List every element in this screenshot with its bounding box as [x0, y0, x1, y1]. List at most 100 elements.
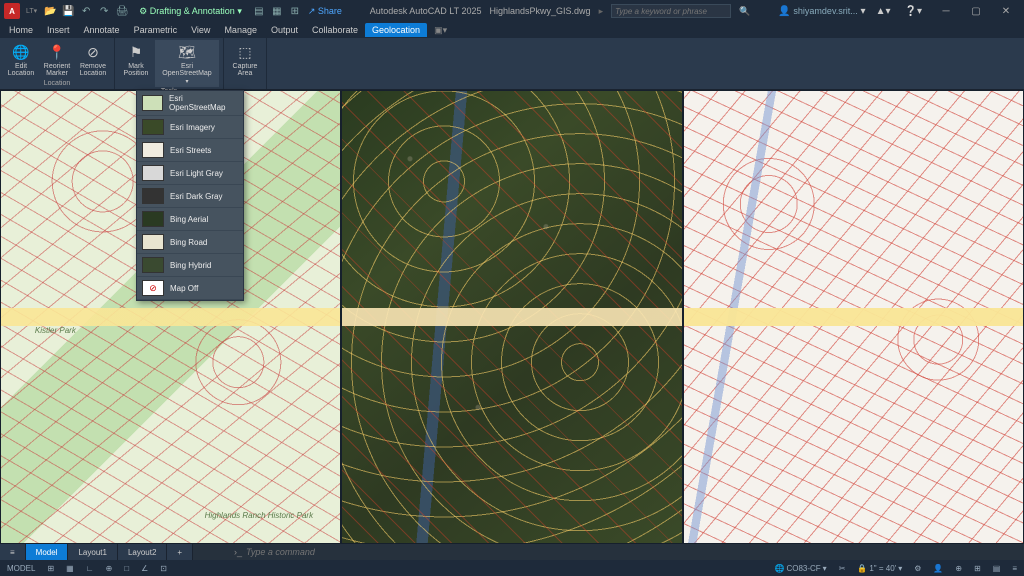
- tab-home[interactable]: Home: [2, 23, 40, 37]
- share-button[interactable]: ↗ Share: [308, 6, 342, 17]
- dd-bing-hybrid[interactable]: Bing Hybrid: [137, 254, 243, 277]
- basemap-dropdown-button[interactable]: 🗺Esri OpenStreetMap▾: [155, 40, 219, 87]
- sb-icon[interactable]: ⊕: [952, 564, 965, 573]
- sb-model[interactable]: MODEL: [4, 564, 38, 573]
- tab-layout1[interactable]: Layout1: [68, 544, 117, 560]
- sb-icon[interactable]: ✂: [836, 564, 849, 573]
- dd-esri-lightgray[interactable]: Esri Light Gray: [137, 162, 243, 185]
- thumb-icon: [142, 234, 164, 250]
- sb-icon[interactable]: ⊞: [971, 564, 984, 573]
- ribbon-tabs: Home Insert Annotate Parametric View Man…: [0, 22, 1024, 38]
- thumb-icon: [142, 95, 163, 111]
- status-bar: MODEL ⊞ ▦ ∟ ⊕ □ ∠ ⊡ 🌐 CO83-CF ▾ ✂ 🔒 1" =…: [0, 560, 1024, 576]
- help-icon[interactable]: ❔▾: [901, 6, 926, 17]
- sb-snap-icon[interactable]: ▦: [63, 564, 77, 573]
- command-input[interactable]: [246, 547, 446, 557]
- basemap-dropdown-menu: Esri OpenStreetMap Esri Imagery Esri Str…: [136, 90, 244, 301]
- open-icon[interactable]: 📂: [43, 4, 57, 18]
- dd-esri-streets[interactable]: Esri Streets: [137, 139, 243, 162]
- sb-coord[interactable]: 🌐 CO83-CF ▾: [771, 564, 829, 573]
- capture-area-button[interactable]: ⬚Capture Area: [228, 40, 262, 79]
- dd-map-off[interactable]: ⊘Map Off: [137, 277, 243, 300]
- thumb-icon: [142, 211, 164, 227]
- thumb-icon: [142, 142, 164, 158]
- qat-icon[interactable]: ▤: [252, 4, 266, 18]
- user-account[interactable]: 👤 shiyamdev.srit... ▾: [778, 6, 865, 17]
- thumb-icon: [142, 165, 164, 181]
- workspace-selector[interactable]: ⚙ Drafting & Annotation ▾: [135, 6, 246, 17]
- sb-gear-icon[interactable]: ⚙: [911, 564, 924, 573]
- undo-icon[interactable]: ↶: [79, 4, 93, 18]
- tab-output[interactable]: Output: [264, 23, 305, 37]
- tab-overflow-icon[interactable]: ▣▾: [427, 23, 454, 38]
- maximize-icon[interactable]: ▢: [962, 2, 990, 20]
- thumb-icon: [142, 188, 164, 204]
- save-icon[interactable]: 💾: [61, 4, 75, 18]
- edit-location-button[interactable]: 🌐Edit Location: [4, 40, 38, 79]
- sb-icon[interactable]: ⊡: [157, 564, 170, 573]
- map-pane-imagery[interactable]: [341, 90, 682, 544]
- app-title: Autodesk AutoCAD LT 2025: [370, 6, 482, 16]
- tabs-menu-icon[interactable]: ≡: [0, 544, 26, 560]
- thumb-icon: [142, 257, 164, 273]
- park-label: Highlands Ranch Historic Park: [205, 511, 314, 520]
- tab-collaborate[interactable]: Collaborate: [305, 23, 365, 37]
- autodesk-icon[interactable]: ▲▾: [872, 6, 895, 17]
- mark-position-button[interactable]: ⚑Mark Position: [119, 40, 153, 87]
- ribbon: 🌐Edit Location 📍Reorient Marker ⊘Remove …: [0, 38, 1024, 90]
- print-icon[interactable]: 🖨: [115, 4, 129, 18]
- panel-tools: ⚑Mark Position 🗺Esri OpenStreetMap▾ Tool…: [115, 38, 224, 89]
- file-name: HighlandsPkwy_GIS.dwg: [490, 6, 591, 16]
- dd-esri-imagery[interactable]: Esri Imagery: [137, 116, 243, 139]
- command-prompt-icon: ›_: [234, 547, 242, 557]
- sb-icon[interactable]: ▤: [990, 564, 1004, 573]
- pin-icon: 📍: [47, 42, 67, 62]
- map-pane-streets[interactable]: [683, 90, 1024, 544]
- title-bar: A LT▾ 📂 💾 ↶ ↷ 🖨 ⚙ Drafting & Annotation …: [0, 0, 1024, 22]
- globe-icon: 🌐: [11, 42, 31, 62]
- tab-geolocation[interactable]: Geolocation: [365, 23, 427, 37]
- tab-parametric[interactable]: Parametric: [127, 23, 185, 37]
- dd-esri-osm[interactable]: Esri OpenStreetMap: [137, 91, 243, 116]
- qat-icon[interactable]: ▦: [270, 4, 284, 18]
- tab-manage[interactable]: Manage: [217, 23, 264, 37]
- sb-grid-icon[interactable]: ⊞: [44, 564, 57, 573]
- search-icon[interactable]: 🔍: [739, 6, 750, 17]
- sb-icon[interactable]: 👤: [930, 564, 946, 573]
- panel-capture: ⬚Capture Area: [224, 38, 267, 89]
- dd-esri-darkgray[interactable]: Esri Dark Gray: [137, 185, 243, 208]
- close-icon[interactable]: ✕: [992, 2, 1020, 20]
- quick-access-toolbar: 📂 💾 ↶ ↷ 🖨: [43, 4, 129, 18]
- tab-view[interactable]: View: [184, 23, 217, 37]
- remove-location-button[interactable]: ⊘Remove Location: [76, 40, 110, 79]
- park-label: Kistler Park: [35, 326, 76, 335]
- qat-icon[interactable]: ⊞: [288, 4, 302, 18]
- lt-badge: LT▾: [26, 7, 37, 15]
- flag-icon: ⚑: [126, 42, 146, 62]
- dd-bing-road[interactable]: Bing Road: [137, 231, 243, 254]
- app-icon[interactable]: A: [4, 3, 20, 19]
- tab-layout2[interactable]: Layout2: [118, 544, 167, 560]
- remove-icon: ⊘: [83, 42, 103, 62]
- tab-insert[interactable]: Insert: [40, 23, 77, 37]
- sb-icon[interactable]: ∠: [138, 564, 151, 573]
- redo-icon[interactable]: ↷: [97, 4, 111, 18]
- map-icon: 🗺: [177, 42, 197, 62]
- thumb-icon: [142, 119, 164, 135]
- sb-scale[interactable]: 🔒 1" = 40' ▾: [854, 564, 905, 573]
- sb-osnap-icon[interactable]: □: [121, 564, 132, 573]
- tab-annotate[interactable]: Annotate: [77, 23, 127, 37]
- capture-icon: ⬚: [235, 42, 255, 62]
- off-icon: ⊘: [142, 280, 164, 296]
- chevron-down-icon: ▾: [185, 78, 188, 85]
- sb-ortho-icon[interactable]: ∟: [83, 564, 97, 573]
- layout-tabs: ≡ Model Layout1 Layout2 +: [0, 544, 193, 560]
- reorient-marker-button[interactable]: 📍Reorient Marker: [40, 40, 74, 79]
- minimize-icon[interactable]: ─: [932, 2, 960, 20]
- dd-bing-aerial[interactable]: Bing Aerial: [137, 208, 243, 231]
- sb-menu-icon[interactable]: ≡: [1009, 564, 1020, 573]
- tab-model[interactable]: Model: [26, 544, 69, 560]
- add-tab-button[interactable]: +: [167, 544, 193, 560]
- help-search-input[interactable]: [611, 4, 731, 18]
- sb-polar-icon[interactable]: ⊕: [103, 564, 116, 573]
